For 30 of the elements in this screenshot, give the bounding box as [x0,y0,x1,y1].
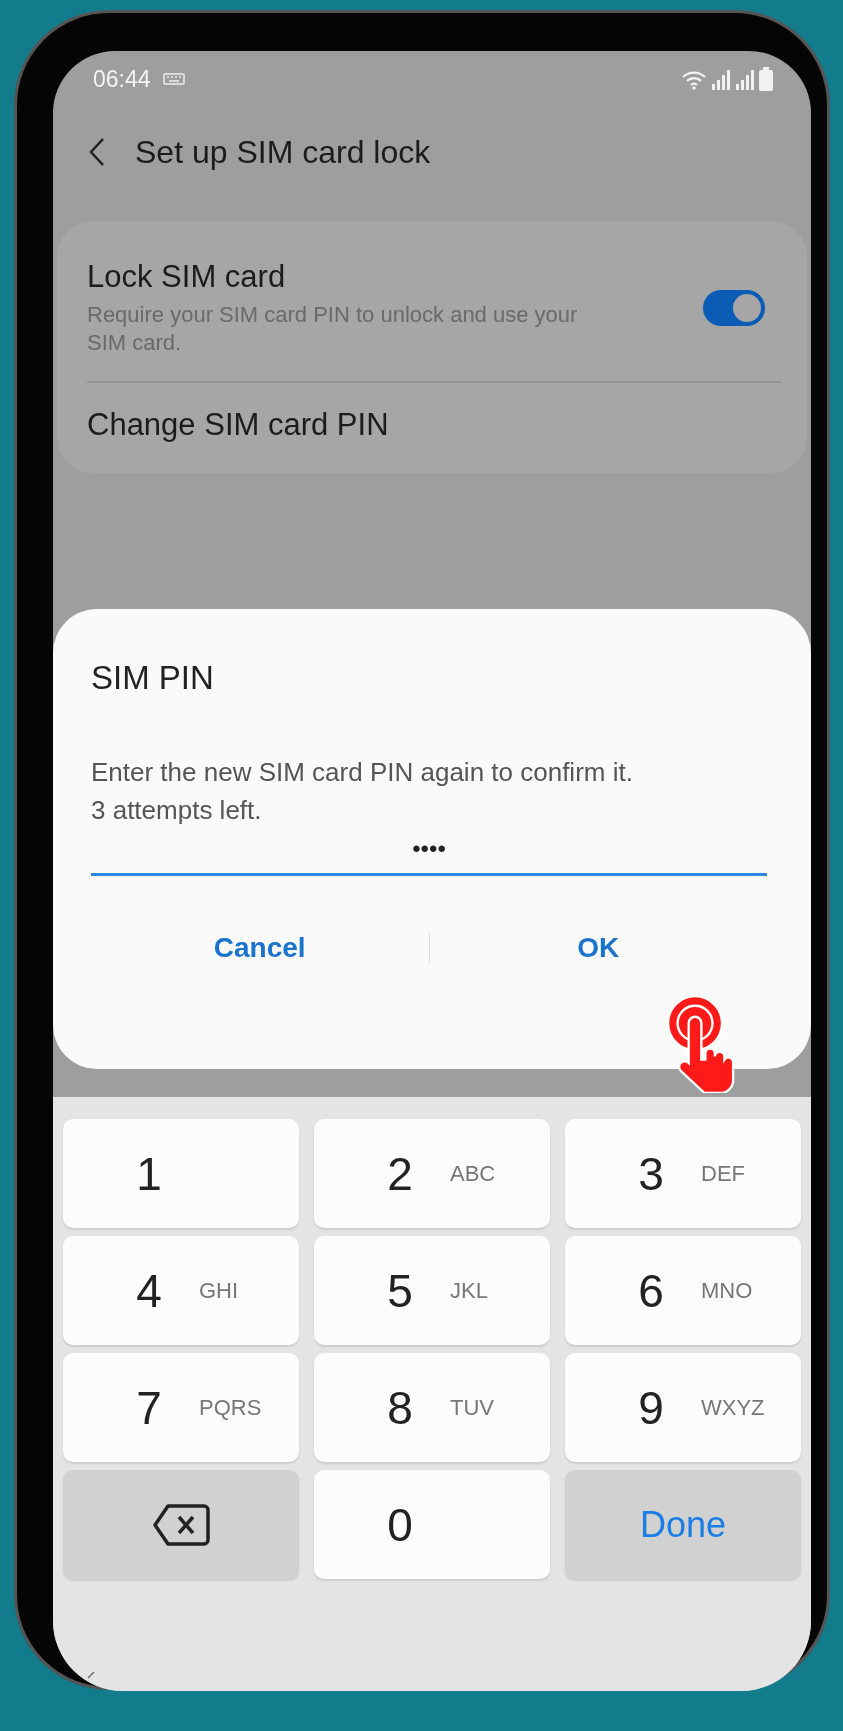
keypad-key[interactable]: 4 GHI [63,1236,299,1345]
dialog-button[interactable]: OK [429,924,767,972]
keypad-key[interactable]: 3 DEF [565,1119,801,1228]
setting-description: Require your SIM card PIN to unlock and use your SIM card. [87,301,579,357]
dialog-title: SIM PIN [91,659,215,697]
signal-icon [735,69,755,91]
wifi-icon [681,69,707,91]
keypad-key[interactable]: 1 [63,1119,299,1228]
setting-title[interactable]: Change SIM card PIN [87,407,389,443]
battery-icon [759,67,773,91]
keypad-key[interactable]: 5 JKL [314,1236,550,1345]
backspace-icon [152,1502,210,1547]
keypad-key[interactable]: 8 TUV [314,1353,550,1462]
page-title: Set up SIM card lock [135,133,431,171]
setting-title[interactable]: Lock SIM card [87,259,607,295]
dialog-message: Enter the new SIM card PIN again to confirm it. 3 attempts left. [91,756,634,827]
keypad-key[interactable]: 0 [314,1470,550,1579]
keypad-key[interactable]: 6 MNO [565,1236,801,1345]
keyboard-icon [162,73,185,85]
dialog-button[interactable]: Cancel [91,924,429,972]
keypad-key[interactable]: 7 PQRS [63,1353,299,1462]
back-button[interactable] [89,137,105,167]
status-time: 06:44 [93,65,151,93]
pin-input-field[interactable]: •••• [91,833,767,876]
keypad-key[interactable]: 9 WXYZ [565,1353,801,1462]
backspace-key[interactable] [63,1470,299,1579]
back-icon [89,137,105,167]
keypad-key[interactable]: 2 ABC [314,1119,550,1228]
signal-icon [711,69,731,91]
toggle-switch[interactable] [703,290,765,326]
